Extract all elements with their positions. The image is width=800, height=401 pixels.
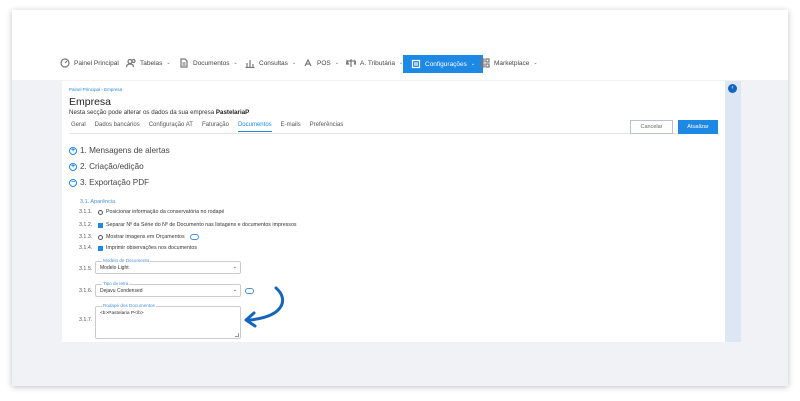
breadcrumb: Painel Principal › Empresa <box>69 87 122 92</box>
document-icon <box>180 58 188 68</box>
section-label: 3. Exportação PDF <box>80 178 150 187</box>
selected-value: Modelo Light <box>100 265 129 271</box>
tab-documentos[interactable]: Documentos <box>237 122 272 132</box>
breadcrumb-current[interactable]: Empresa <box>104 87 122 92</box>
nav-item-label: Tabelas <box>140 59 163 67</box>
page-subtitle: Nesta secção pode alterar os dados da su… <box>69 109 249 116</box>
nav-item-label: Painel Principal <box>74 59 119 67</box>
grid-icon <box>480 58 490 68</box>
field-legend: Tipo de letra <box>102 281 130 286</box>
textarea-value: <b>Pastelaria P</b> <box>100 311 144 316</box>
annotation-arrow-icon <box>244 286 285 328</box>
option-radio[interactable] <box>98 209 103 215</box>
nav-item-marketplace[interactable]: Marketplace ⌄ <box>480 55 538 71</box>
scale-icon <box>346 59 356 67</box>
expand-icon: + <box>69 162 77 171</box>
nav-item-label: A. Tributária <box>360 59 396 67</box>
chevron-down-icon: ⌄ <box>334 60 339 66</box>
nav-item-label: Documentos <box>193 59 230 67</box>
option-number: 3.1.3. <box>79 234 93 240</box>
cancel-button[interactable]: Cancelar <box>630 120 673 134</box>
collapse-icon: − <box>69 178 77 187</box>
gauge-icon <box>60 58 70 68</box>
breadcrumb-home[interactable]: Painel Principal <box>69 87 100 92</box>
tab-faturacao[interactable]: Faturação <box>202 122 229 132</box>
settings-icon <box>411 59 421 69</box>
nav-item-tabelas[interactable]: Tabelas ⌄ <box>126 55 171 71</box>
selected-value: Dejavu Condensed <box>100 288 143 294</box>
top-navbar: Painel Principal Tabelas ⌄ Documentos ⌄ … <box>12 43 788 83</box>
tab-geral[interactable]: Geral <box>71 122 86 132</box>
nav-item-painel-principal[interactable]: Painel Principal <box>60 55 119 71</box>
field-number: 3.1.5. <box>79 266 93 272</box>
option-label[interactable]: Separar Nº da Série do Nº de Documento n… <box>106 222 297 228</box>
chevron-down-icon: ⌄ <box>232 287 237 293</box>
option-number: 3.1.4. <box>79 245 93 251</box>
footer-textarea[interactable]: Rodapé dos Documentos <b>Pastelaria P</b… <box>95 303 241 339</box>
option-radio[interactable] <box>98 234 103 240</box>
chevron-down-icon: ⌄ <box>533 60 538 66</box>
settings-tabs: Geral Dados bancários Configuração AT Fa… <box>71 122 343 132</box>
section-exportacao-pdf[interactable]: − 3. Exportação PDF <box>69 178 149 187</box>
collapse-sidebar-button[interactable]: ‹ <box>728 84 737 93</box>
nav-item-pos[interactable]: POS ⌄ <box>303 55 339 71</box>
section-label: 2. Criação/edição <box>80 162 144 171</box>
nav-item-label: Configurações <box>425 60 467 68</box>
field-number: 3.1.7. <box>79 317 93 323</box>
tab-emails[interactable]: E-mails <box>281 122 301 132</box>
option-number: 3.1.2. <box>79 222 93 228</box>
tabs-divider <box>69 133 719 134</box>
right-sidebar <box>725 81 741 342</box>
tab-preferencias[interactable]: Preferências <box>310 122 344 132</box>
chevron-down-icon: ⌄ <box>166 60 171 66</box>
document-model-select[interactable]: Modelo de Documento Modelo Light ⌄ <box>95 258 241 274</box>
tab-dados-bancarios[interactable]: Dados bancários <box>95 122 140 132</box>
font-type-select[interactable]: Tipo de letra Dejavu Condensed ⌄ <box>95 281 241 297</box>
nav-item-configuracoes[interactable]: Configurações ⌄ <box>403 55 484 73</box>
section-criacao-edicao[interactable]: + 2. Criação/edição <box>69 162 144 171</box>
option-label[interactable]: Imprimir observações nos documentos <box>106 245 197 251</box>
option-checkbox[interactable] <box>98 222 103 228</box>
field-legend: Rodapé dos Documentos <box>102 303 156 308</box>
company-name: PastelariaP <box>215 109 250 116</box>
pos-icon <box>304 58 312 67</box>
nav-item-label: POS <box>317 59 331 67</box>
resize-handle-icon[interactable] <box>235 333 239 337</box>
option-checkbox[interactable] <box>98 245 103 251</box>
option-3-1-1: 3.1.1. Posicionar informação da conserva… <box>79 209 224 215</box>
bar-chart-icon <box>245 60 255 68</box>
update-button[interactable]: Atualizar <box>678 120 718 134</box>
subtitle-text: Nesta secção pode alterar os dados da su… <box>69 109 215 116</box>
chevron-down-icon: ⌄ <box>470 61 476 67</box>
tab-configuracao-at[interactable]: Configuração AT <box>149 122 193 132</box>
option-label[interactable]: Posicionar informação da conservatória n… <box>106 209 224 215</box>
breadcrumb-separator: › <box>101 87 103 92</box>
nav-item-documentos[interactable]: Documentos ⌄ <box>179 55 238 71</box>
users-icon <box>126 58 136 68</box>
help-bubble-icon[interactable] <box>189 234 199 240</box>
section-mensagens-alertas[interactable]: + 1. Mensagens de alertas <box>69 146 170 155</box>
page-title: Empresa <box>69 96 112 108</box>
chevron-down-icon: ⌄ <box>291 60 297 66</box>
option-3-1-4: 3.1.4. Imprimir observações nos document… <box>79 245 197 251</box>
chevron-down-icon: ⌄ <box>233 60 238 66</box>
field-legend: Modelo de Documento <box>102 258 151 263</box>
nav-item-label: Marketplace <box>494 59 530 67</box>
section-label: 1. Mensagens de alertas <box>80 146 170 155</box>
expand-icon: + <box>69 146 77 155</box>
nav-item-label: Consultas <box>259 59 288 67</box>
option-number: 3.1.1. <box>79 209 93 215</box>
nav-item-a-tributaria[interactable]: A. Tributária ⌄ <box>346 55 403 71</box>
subsection-heading: 3.1. Aparência <box>80 199 116 205</box>
option-3-1-3: 3.1.3. Mostrar imagens em Orçamentos <box>79 234 199 240</box>
nav-item-consultas[interactable]: Consultas ⌄ <box>245 55 296 71</box>
option-3-1-2: 3.1.2. Separar Nº da Série do Nº de Docu… <box>79 222 297 228</box>
chevron-down-icon: ⌄ <box>232 264 237 270</box>
field-number: 3.1.6. <box>79 288 93 294</box>
option-label[interactable]: Mostrar imagens em Orçamentos <box>106 234 185 240</box>
